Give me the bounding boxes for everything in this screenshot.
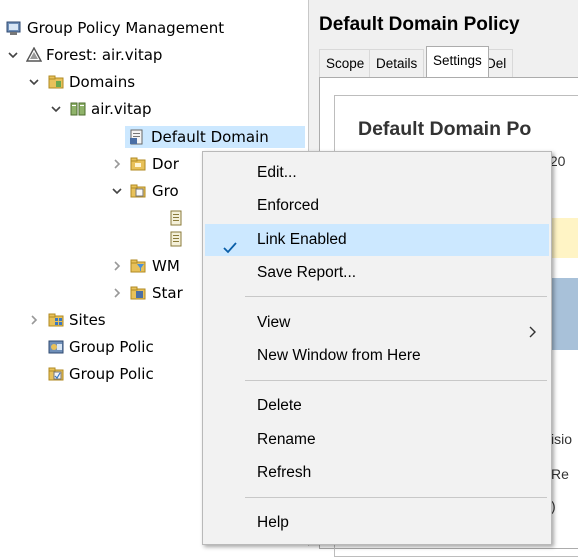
- domains-folder-icon: [48, 74, 64, 90]
- gpo-link-icon: [129, 129, 145, 145]
- tab-scope[interactable]: Scope: [319, 49, 372, 77]
- report-text-fragment: Re: [551, 466, 569, 482]
- menu-item-label: Save Report...: [257, 264, 357, 281]
- report-title: Default Domain Po: [358, 118, 532, 140]
- ou-folder-icon: [130, 156, 146, 172]
- menu-item-view[interactable]: View: [205, 307, 549, 339]
- gpo-scroll-icon: [168, 210, 184, 226]
- menu-item-label: View: [257, 314, 291, 331]
- menu-item-enforced[interactable]: Enforced: [205, 190, 549, 222]
- wmi-filter-icon: [130, 258, 146, 274]
- sites-icon: [48, 312, 64, 328]
- tree-node-gpo-1[interactable]: [0, 207, 202, 229]
- modeling-icon: [48, 339, 64, 355]
- menu-item-label: Link Enabled: [257, 231, 347, 248]
- chevron-right-icon[interactable]: [110, 153, 124, 175]
- menu-item-help[interactable]: Help: [205, 507, 549, 539]
- tree-node-label: Gro: [152, 182, 179, 200]
- gpo-scroll-icon: [168, 231, 184, 247]
- menu-item-refresh[interactable]: Refresh: [205, 457, 549, 489]
- tree-node-label: Sites: [69, 311, 106, 329]
- starter-gpo-icon: [130, 285, 146, 301]
- menu-item-label: Enforced: [257, 197, 320, 214]
- report-text-fragment: isio: [551, 431, 573, 447]
- tree-node-default-domain-policy-link[interactable]: Default Domain: [125, 126, 305, 148]
- results-icon: [48, 366, 64, 382]
- tab-details[interactable]: Details: [369, 49, 425, 77]
- tree-node-label: Star: [152, 284, 183, 302]
- tree-node-domains[interactable]: Domains: [0, 71, 300, 93]
- menu-item-save-report[interactable]: Save Report...: [205, 257, 549, 289]
- chevron-down-icon[interactable]: [49, 98, 63, 120]
- tree-node-domain-controllers[interactable]: Dor: [0, 153, 202, 175]
- tree-node-gpo-container[interactable]: Gro: [0, 180, 202, 202]
- tree-node-forest[interactable]: Forest: air.vitap: [0, 44, 300, 66]
- menu-item-label: Edit...: [257, 164, 297, 181]
- tree-node-wmi-filters[interactable]: WM: [0, 255, 202, 277]
- tree-node-label: Group Polic: [69, 365, 154, 383]
- menu-item-label: Delete: [257, 397, 302, 414]
- tree-node-sites[interactable]: Sites: [0, 309, 202, 331]
- tree-node-gp-modeling[interactable]: Group Polic: [0, 336, 202, 358]
- menu-item-label: Refresh: [257, 464, 312, 481]
- context-menu: Edit... Enforced Link Enabled Save Repor…: [202, 151, 552, 545]
- tree-node-label: Forest: air.vitap: [46, 46, 163, 64]
- tree-node-label: air.vitap: [91, 100, 152, 118]
- menu-item-label: New Window from Here: [257, 347, 421, 364]
- tree-node-label: Group Polic: [69, 338, 154, 356]
- tree-node-label: WM: [152, 257, 180, 275]
- chevron-down-icon[interactable]: [27, 71, 41, 93]
- tree-node-starter-gpos[interactable]: Star: [0, 282, 202, 304]
- menu-item-label: Help: [257, 514, 289, 531]
- tree-node-label: Default Domain: [151, 128, 269, 146]
- tree-node-domain-air-vitap[interactable]: air.vitap: [0, 98, 300, 120]
- tree-node-gpo-2[interactable]: [0, 228, 202, 250]
- group-policy-management-icon: [6, 20, 22, 36]
- details-title: Default Domain Policy: [319, 14, 520, 35]
- tree-node-gpm-root[interactable]: Group Policy Management: [0, 17, 300, 39]
- tree-node-label: Domains: [69, 73, 136, 91]
- menu-item-delete[interactable]: Delete: [205, 390, 549, 422]
- chevron-down-icon[interactable]: [6, 44, 20, 66]
- tree-node-label: Dor: [152, 155, 179, 173]
- chevron-right-icon[interactable]: [27, 309, 41, 331]
- menu-item-edit[interactable]: Edit...: [205, 157, 549, 189]
- domain-icon: [70, 101, 86, 117]
- forest-icon: [25, 46, 43, 63]
- menu-item-label: Rename: [257, 431, 316, 448]
- gpo-container-icon: [130, 183, 146, 199]
- tree-node-label: Group Policy Management: [27, 19, 225, 37]
- menu-item-rename[interactable]: Rename: [205, 424, 549, 456]
- menu-separator: [245, 296, 547, 297]
- menu-separator: [245, 497, 547, 498]
- chevron-right-icon[interactable]: [110, 282, 124, 304]
- menu-separator: [245, 380, 547, 381]
- menu-item-link-enabled[interactable]: Link Enabled: [205, 224, 549, 256]
- menu-item-new-window[interactable]: New Window from Here: [205, 340, 549, 372]
- tree-node-gp-results[interactable]: Group Polic: [0, 363, 202, 385]
- chevron-right-icon[interactable]: [110, 255, 124, 277]
- tab-settings[interactable]: Settings: [426, 46, 489, 78]
- chevron-down-icon[interactable]: [110, 180, 124, 202]
